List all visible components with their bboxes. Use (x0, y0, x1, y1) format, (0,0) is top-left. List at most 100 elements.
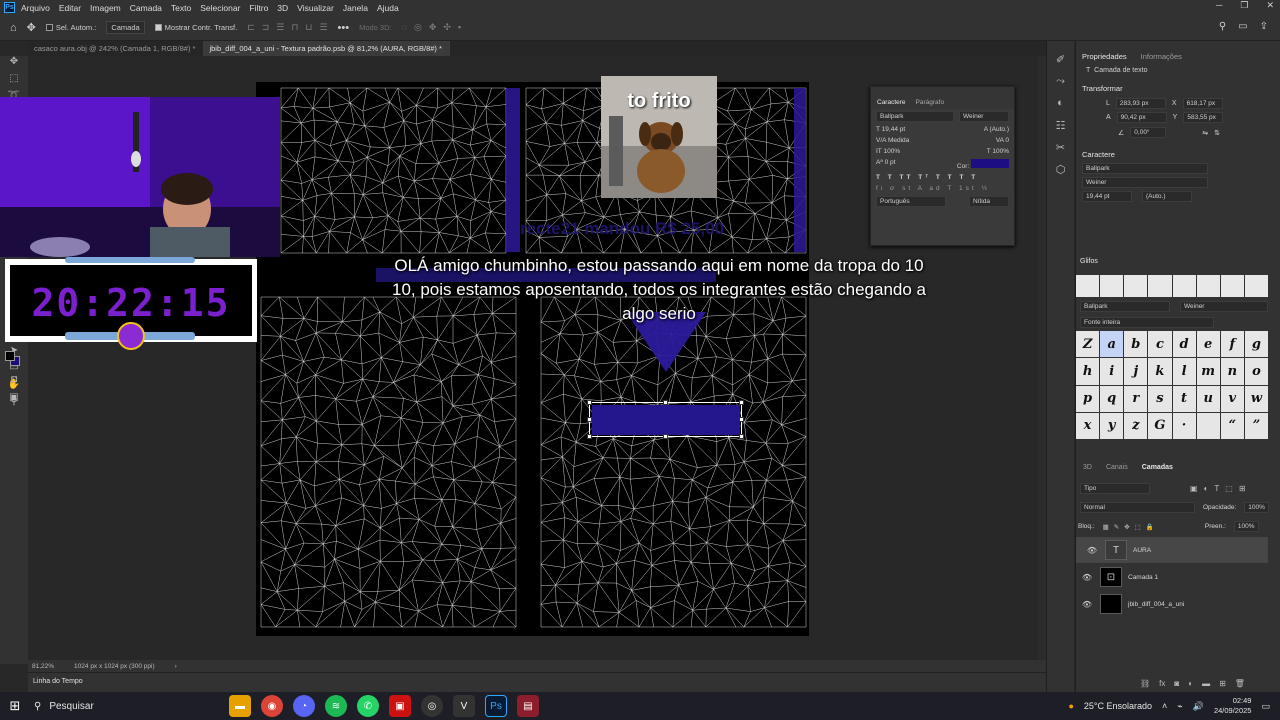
align-center-icon[interactable]: ⊐ (262, 22, 270, 33)
glyph-cell[interactable]: i (1100, 358, 1124, 385)
glyphs-font-style[interactable]: Weiner (1180, 301, 1268, 312)
character-header[interactable]: Caractere (1082, 150, 1280, 159)
recent-glyph-slot[interactable] (1148, 275, 1172, 297)
align-middle-icon[interactable]: ⊔ (305, 22, 312, 33)
vscale-field[interactable]: IT 100% (876, 148, 900, 155)
history-icon[interactable]: ☷ (1047, 119, 1074, 141)
tracking-field[interactable]: VA 0 (996, 137, 1009, 144)
glyph-cell[interactable] (1196, 412, 1220, 439)
glyph-cell[interactable]: n (1220, 358, 1244, 385)
glyphs-title[interactable]: Glifos (1080, 258, 1098, 265)
antialias-select[interactable]: Nítida (969, 196, 1009, 207)
tray-overflow-icon[interactable]: ˄ (1162, 701, 1167, 711)
taskbar-search[interactable]: ⚲ Pesquisar (34, 692, 224, 720)
glyph-cell[interactable]: Z (1076, 331, 1100, 358)
tab-informacoes[interactable]: Informações (1141, 52, 1182, 61)
weather-text[interactable]: 25°C Ensolarado (1084, 701, 1152, 711)
props-font-size[interactable]: 19,44 pt (1082, 191, 1132, 202)
glyph-cell[interactable]: l (1172, 358, 1196, 385)
fill-field[interactable]: 100% (1233, 521, 1259, 532)
glyph-cell[interactable]: r (1124, 385, 1148, 412)
recent-glyph-slot[interactable] (1100, 275, 1124, 297)
props-font-style[interactable]: Weiner (1082, 177, 1208, 188)
transform-handle[interactable] (587, 400, 592, 405)
recent-glyph-slot[interactable] (1196, 275, 1220, 297)
align-right-icon[interactable]: ☰ (276, 22, 284, 33)
quick-mask-icon[interactable]: ◘ (0, 374, 28, 391)
file-explorer-icon[interactable]: ▬ (229, 695, 251, 717)
slide-3d-icon[interactable]: ✣ (443, 22, 451, 33)
transform-handle[interactable] (739, 434, 744, 439)
glyph-cell[interactable]: b (1124, 331, 1148, 358)
volume-icon[interactable]: 🔊 (1193, 701, 1204, 712)
recent-glyph-slot[interactable] (1172, 275, 1196, 297)
3d-icon[interactable]: ⬡ (1047, 163, 1074, 185)
menu-imagem[interactable]: Imagem (90, 3, 121, 13)
props-leading[interactable]: (Auto.) (1142, 191, 1192, 202)
lock-icons[interactable]: ▦✎✥⬚🔒 (1103, 523, 1159, 531)
y-field[interactable]: 583,55 px (1183, 112, 1224, 123)
glyph-cell[interactable]: e (1196, 331, 1220, 358)
adjustment-filter-icon[interactable]: ◐ (1204, 484, 1209, 493)
timeline-label[interactable]: Linha do Tempo (33, 678, 83, 685)
glyph-cell[interactable]: f (1220, 331, 1244, 358)
group-icon[interactable]: ▬ (1202, 679, 1210, 688)
marquee-tool-icon[interactable]: ⬚ (0, 73, 28, 90)
tab-paragrafo[interactable]: Parágrafo (916, 99, 945, 109)
recent-glyph-slot[interactable] (1076, 275, 1100, 297)
glyph-cell[interactable]: G (1148, 412, 1172, 439)
close-icon[interactable]: ✕ (1266, 0, 1274, 11)
glyph-cell[interactable]: v (1220, 385, 1244, 412)
restore-icon[interactable]: ❐ (1240, 0, 1248, 11)
text-color-swatch[interactable] (971, 159, 1009, 168)
document-canvas[interactable] (256, 82, 809, 636)
kerning-field[interactable]: V/A Medida (876, 137, 909, 144)
tab-3d[interactable]: 3D (1083, 464, 1092, 471)
new-layer-icon[interactable]: ⊞ (1219, 679, 1226, 688)
leading-field[interactable]: A (Auto.) (984, 126, 1009, 133)
transform-handle[interactable] (739, 400, 744, 405)
share-icon[interactable]: ⇪ (1260, 21, 1268, 32)
tab-jbib-texture[interactable]: jbib_diff_004_a_uni - Textura padrão.psb… (203, 41, 450, 56)
menu-camada[interactable]: Camada (130, 3, 162, 13)
foreground-color-swatch[interactable] (5, 351, 15, 361)
opentype-buttons[interactable]: fi ơ st A ad T 1st ½ (871, 183, 1014, 194)
tab-camadas[interactable]: Camadas (1142, 464, 1173, 471)
windows-start-icon[interactable]: ⊞ (0, 698, 30, 714)
menu-texto[interactable]: Texto (171, 3, 191, 13)
zoom-level[interactable]: 81,22% (32, 663, 54, 670)
spotify-icon[interactable]: ≋ (325, 695, 347, 717)
delete-layer-icon[interactable]: 🗑 (1235, 679, 1245, 688)
app-icon[interactable]: ▣ (389, 695, 411, 717)
menu-editar[interactable]: Editar (59, 3, 81, 13)
glyph-cell[interactable]: w (1244, 385, 1268, 412)
chrome-icon[interactable]: ◉ (261, 695, 283, 717)
glyph-cell[interactable]: d (1172, 331, 1196, 358)
glyphs-filter[interactable]: Fonte inteira (1080, 317, 1214, 328)
menu-janela[interactable]: Janela (343, 3, 368, 13)
clock[interactable]: 02:49 24/09/2025 (1214, 696, 1252, 716)
transform-bounding-box[interactable] (587, 400, 744, 439)
height-field[interactable]: 90,42 px (1116, 112, 1167, 123)
font-family-select[interactable]: Ballpark (876, 111, 954, 122)
scale-3d-icon[interactable]: ▪ (458, 22, 461, 33)
visibility-eye-icon[interactable]: 👁 (1080, 573, 1094, 582)
menu-ajuda[interactable]: Ajuda (377, 3, 399, 13)
menu-arquivo[interactable]: Arquivo (21, 3, 50, 13)
glyph-cell[interactable]: ” (1244, 412, 1268, 439)
glyphs-font-family[interactable]: Ballpark (1080, 301, 1170, 312)
transform-handle[interactable] (663, 434, 668, 439)
blend-mode-select[interactable]: Normal (1080, 502, 1195, 513)
layer-row[interactable]: 👁 T AURA (1076, 537, 1268, 563)
menu-visualizar[interactable]: Visualizar (297, 3, 334, 13)
menu-filtro[interactable]: Filtro (249, 3, 268, 13)
pixel-filter-icon[interactable]: ▣ (1190, 484, 1198, 493)
paths-icon[interactable]: ⤳ (1047, 75, 1074, 97)
adjustment-layer-icon[interactable]: ◐ (1188, 679, 1193, 688)
whatsapp-icon[interactable]: ✆ (357, 695, 379, 717)
layer-row[interactable]: 👁 ⊡ Camada 1 (1076, 564, 1268, 590)
tools-settings-icon[interactable]: ✂ (1047, 141, 1074, 163)
flip-horizontal-icon[interactable]: ⇋ (1202, 129, 1208, 137)
glyph-cell[interactable]: x (1076, 412, 1100, 439)
tab-canais[interactable]: Canais (1106, 464, 1128, 471)
